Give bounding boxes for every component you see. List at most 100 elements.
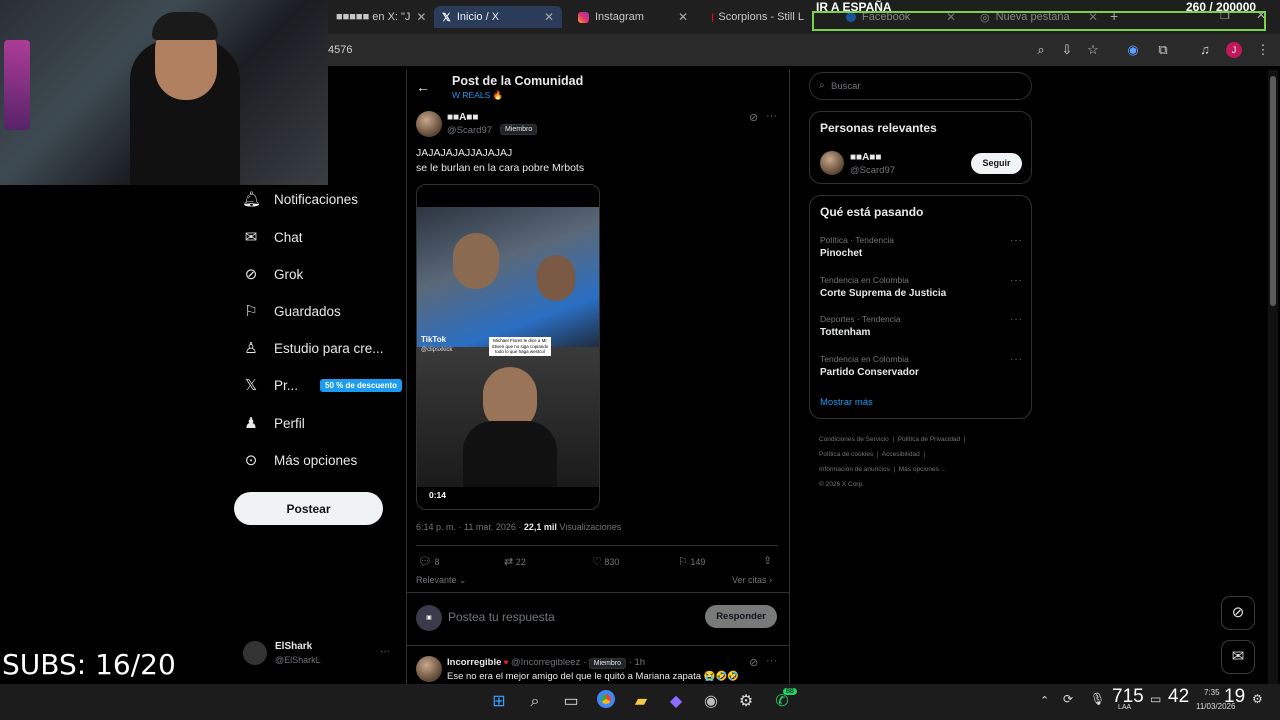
close-icon[interactable]: ✕ bbox=[678, 10, 688, 24]
close-icon[interactable]: ✕ bbox=[416, 10, 426, 24]
footer-link[interactable]: Información de anuncios bbox=[819, 466, 890, 473]
post-video[interactable]: TikTok @clipsxkick Michael Flores le dic… bbox=[416, 184, 600, 510]
share-icon[interactable]: ⇪ bbox=[763, 554, 772, 567]
post-text-line1: JAJAJAJAJJAJAJAJ bbox=[416, 147, 513, 159]
menu-icon[interactable]: ⋮ bbox=[1255, 42, 1271, 58]
see-quotes-link[interactable]: Ver citas › bbox=[732, 575, 772, 585]
post-more-icon[interactable]: ··· bbox=[766, 110, 777, 122]
task-view-icon[interactable]: ▭ bbox=[559, 690, 583, 714]
notification-bell-icon[interactable]: ⚙ bbox=[1252, 692, 1263, 706]
close-icon[interactable]: ✕ bbox=[544, 10, 554, 24]
reply-button[interactable]: Responder bbox=[705, 605, 777, 628]
footer-link[interactable]: Política de cookies bbox=[819, 451, 873, 458]
sort-dropdown[interactable]: Relevante ⌄ bbox=[416, 575, 467, 586]
reply-avatar[interactable] bbox=[416, 656, 442, 682]
tab-label: Instagram bbox=[595, 11, 644, 23]
app-icon[interactable]: ◆ bbox=[664, 690, 688, 714]
author-handle[interactable]: @Scard97 bbox=[447, 125, 492, 136]
trend-more-icon[interactable]: ··· bbox=[1010, 314, 1023, 325]
bookmark-action[interactable]: ⚐ 149 bbox=[678, 555, 705, 568]
footer-link[interactable]: Condiciones de Servicio bbox=[819, 436, 889, 443]
nav-profile[interactable]: ♟ Perfil bbox=[242, 408, 305, 438]
nav-more-options[interactable]: ⊙ Más opciones bbox=[242, 445, 358, 475]
reply-author-handle[interactable]: @Incorregibleez bbox=[511, 657, 580, 668]
author-name[interactable]: ■■A■■ bbox=[447, 112, 478, 123]
scrollbar[interactable] bbox=[1268, 70, 1278, 684]
media-icon[interactable]: ♫ bbox=[1197, 42, 1213, 58]
profile-avatar[interactable]: J bbox=[1226, 42, 1242, 58]
heart-icon: ♡ bbox=[592, 556, 602, 568]
tab-label: Inicio / X bbox=[456, 11, 500, 23]
puzzle-icon[interactable]: ⧉ bbox=[1155, 42, 1171, 58]
nav-chat[interactable]: ✉ Chat bbox=[242, 222, 303, 252]
follow-button[interactable]: Seguir bbox=[971, 153, 1022, 174]
show-more-link[interactable]: Mostrar más bbox=[820, 397, 873, 408]
reply-author-name[interactable]: Incorregible bbox=[447, 657, 501, 668]
search-input[interactable]: Buscar bbox=[831, 81, 861, 92]
nav-creator-studio[interactable]: ♙ Estudio para cre... bbox=[242, 333, 383, 363]
tab-inicio-x[interactable]: 𝕏 Inicio / X ✕ bbox=[434, 6, 562, 28]
community-name[interactable]: W REALS 🔥 bbox=[452, 90, 503, 101]
author-avatar[interactable] bbox=[416, 111, 442, 137]
zoom-icon[interactable]: ⌕ bbox=[1033, 42, 1049, 58]
video-person-1 bbox=[453, 233, 499, 289]
nav-premium[interactable]: 𝕏 Pr... 50 % de descuento bbox=[242, 370, 403, 400]
reply-input[interactable]: Postea tu respuesta bbox=[448, 610, 555, 624]
trend-item[interactable]: Tendencia en Colombia Corte Suprema de J… bbox=[820, 275, 1023, 299]
tab-instagram[interactable]: Instagram ✕ bbox=[570, 6, 696, 28]
footer-link[interactable]: Accesibilidad bbox=[882, 451, 920, 458]
badge-icon: ♥ bbox=[501, 658, 509, 667]
post-button[interactable]: Postear bbox=[234, 492, 383, 525]
trend-item[interactable]: Política · Tendencia Pinochet ··· bbox=[820, 235, 1023, 259]
relevant-handle[interactable]: @Scard97 bbox=[850, 165, 895, 176]
account-avatar[interactable] bbox=[243, 641, 267, 665]
page-title: Post de la Comunidad bbox=[452, 74, 584, 88]
trend-more-icon[interactable]: ··· bbox=[1010, 354, 1023, 365]
reply-icon: 💬︎ bbox=[418, 556, 432, 568]
nav-bookmarks[interactable]: ⚐ Guardados bbox=[242, 296, 341, 326]
nav-notifications[interactable]: 🔔︎ Notificaciones bbox=[242, 184, 358, 214]
account-more-icon[interactable]: ··· bbox=[380, 646, 390, 657]
relevant-avatar[interactable] bbox=[820, 151, 844, 175]
nav-grok[interactable]: ⊘ Grok bbox=[242, 259, 304, 289]
instagram-icon bbox=[578, 11, 589, 23]
messages-float-icon[interactable]: ✉ bbox=[1221, 640, 1255, 674]
search-taskbar-icon[interactable]: ⌕ bbox=[523, 690, 547, 714]
video-duration: 0:14 bbox=[429, 490, 447, 500]
trend-more-icon[interactable]: ··· bbox=[1010, 235, 1023, 246]
footer-link[interactable]: Política de Privacidad bbox=[898, 436, 961, 443]
settings-gear-icon[interactable]: ⚙ bbox=[734, 690, 758, 714]
folder-icon[interactable]: ▰ bbox=[629, 690, 653, 714]
reply-action[interactable]: 💬︎ 8 bbox=[418, 555, 440, 568]
star-icon[interactable]: ☆ bbox=[1085, 42, 1101, 58]
sync-icon[interactable]: ⟳ bbox=[1063, 692, 1073, 706]
chrome-icon[interactable] bbox=[594, 690, 618, 714]
reply-more-icon[interactable]: ··· bbox=[766, 655, 777, 667]
tab-scorpions[interactable]: Scorpions - Still L bbox=[704, 6, 812, 28]
footer-link[interactable]: Más opciones ... bbox=[899, 466, 946, 473]
trend-item[interactable]: Tendencia en Colombia Partido Conservado… bbox=[820, 354, 1023, 378]
display-icon[interactable]: ▭ bbox=[1150, 692, 1161, 706]
install-icon[interactable]: ⇩ bbox=[1059, 42, 1075, 58]
trend-item[interactable]: Deportes · Tendencia Tottenham ··· bbox=[820, 314, 1023, 338]
grok-analyze-icon[interactable]: ⊘ bbox=[749, 111, 758, 124]
scrollbar-thumb[interactable] bbox=[1270, 76, 1276, 306]
trend-more-icon[interactable]: ··· bbox=[1010, 275, 1023, 286]
search-box[interactable]: ⌕ Buscar bbox=[809, 72, 1032, 100]
microphone-icon[interactable]: 🎙︎ bbox=[1090, 692, 1105, 706]
chevron-up-icon[interactable]: ⌃ bbox=[1040, 694, 1049, 707]
windows-start-icon[interactable]: ⊞ bbox=[487, 690, 511, 714]
composer-avatar: ▣ bbox=[416, 605, 442, 631]
grok-float-icon[interactable]: ⊘ bbox=[1221, 596, 1255, 630]
repost-action[interactable]: ⇄ 22 bbox=[504, 555, 526, 568]
back-arrow-icon[interactable]: ← bbox=[416, 79, 430, 95]
obs-icon[interactable]: ◉ bbox=[699, 690, 723, 714]
column-border-right bbox=[789, 70, 790, 684]
member-badge: Miembro bbox=[588, 658, 627, 669]
tab-x-post[interactable]: ■■■■■ en X: "J ✕ bbox=[328, 6, 428, 28]
url-fragment[interactable]: 4576 bbox=[328, 44, 352, 56]
grok-analyze-icon[interactable]: ⊘ bbox=[749, 656, 758, 669]
extension-broadcast-icon[interactable]: ◉ bbox=[1125, 42, 1141, 58]
like-action[interactable]: ♡ 830 bbox=[592, 555, 619, 568]
relevant-name[interactable]: ■■A■■ bbox=[850, 152, 881, 163]
